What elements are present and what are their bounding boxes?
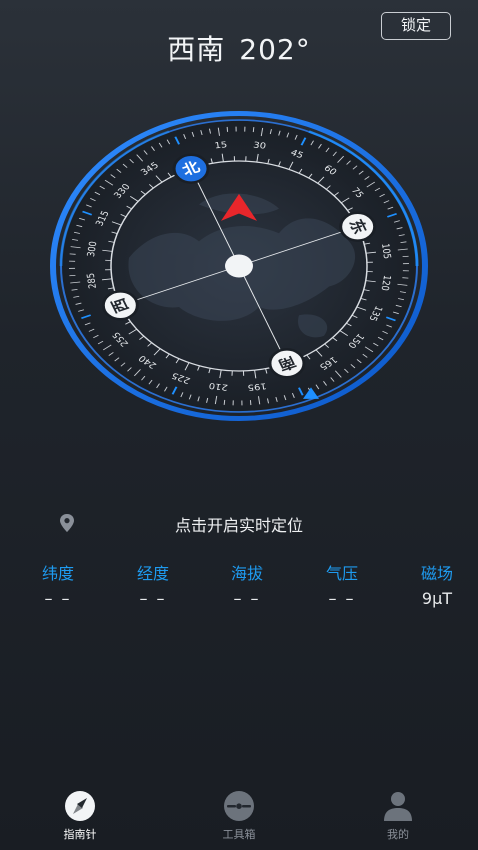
stat-value: – –: [328, 589, 356, 608]
stat-value: – –: [139, 589, 167, 608]
lock-button[interactable]: 锁定: [381, 12, 451, 40]
stat-value: 9µT: [421, 589, 453, 608]
stats-row: 纬度 – – 经度 – – 海拔 – – 气压 – – 磁场 9µT: [0, 563, 478, 623]
location-prompt[interactable]: 点击开启实时定位: [0, 512, 478, 536]
cardinal-east: 东: [339, 211, 377, 242]
compass-dial: 15 30456075105120135150165195210225240255…: [50, 111, 428, 421]
location-row[interactable]: 点击开启实时定位: [0, 510, 478, 536]
tab-profile[interactable]: 我的: [348, 790, 448, 842]
direction-text: 西南: [167, 33, 226, 66]
stat-altitude: 海拔 – –: [207, 563, 287, 608]
degree-label: 195: [247, 381, 267, 392]
tab-toolbox[interactable]: 工具箱: [189, 790, 289, 842]
stat-latitude: 纬度 – –: [18, 563, 98, 608]
tab-label: 指南针: [63, 828, 97, 841]
cardinal-north: 北: [172, 153, 210, 184]
cardinal-west: 西: [101, 290, 139, 321]
stat-longitude: 经度 – –: [113, 563, 193, 608]
bottom-tab-bar: 指南针 工具箱 我的: [0, 790, 478, 850]
degree-label: 30: [252, 141, 266, 151]
compass-icon: [62, 790, 98, 822]
stat-magnetic-field: 磁场 9µT: [397, 563, 477, 608]
stat-value: – –: [44, 589, 72, 608]
tab-compass[interactable]: 指南针: [30, 790, 130, 842]
degree-label: 15: [214, 141, 228, 151]
stat-label: 磁场: [420, 564, 453, 583]
center-dot: [225, 254, 253, 278]
tab-label: 我的: [387, 828, 409, 841]
stat-label: 经度: [136, 564, 169, 583]
degree-label: 105: [379, 243, 392, 260]
person-icon: [380, 790, 416, 822]
stat-value: – –: [233, 589, 261, 608]
cardinal-south: 南: [268, 348, 306, 379]
tab-label: 工具箱: [222, 828, 256, 841]
degrees-text: 202°: [239, 33, 311, 66]
stat-label: 海拔: [230, 564, 263, 583]
stat-pressure: 气压 – –: [302, 563, 382, 608]
degree-label: 285: [86, 272, 99, 289]
toolbox-icon: [221, 790, 257, 822]
stat-label: 纬度: [41, 564, 74, 583]
stat-label: 气压: [325, 564, 358, 583]
